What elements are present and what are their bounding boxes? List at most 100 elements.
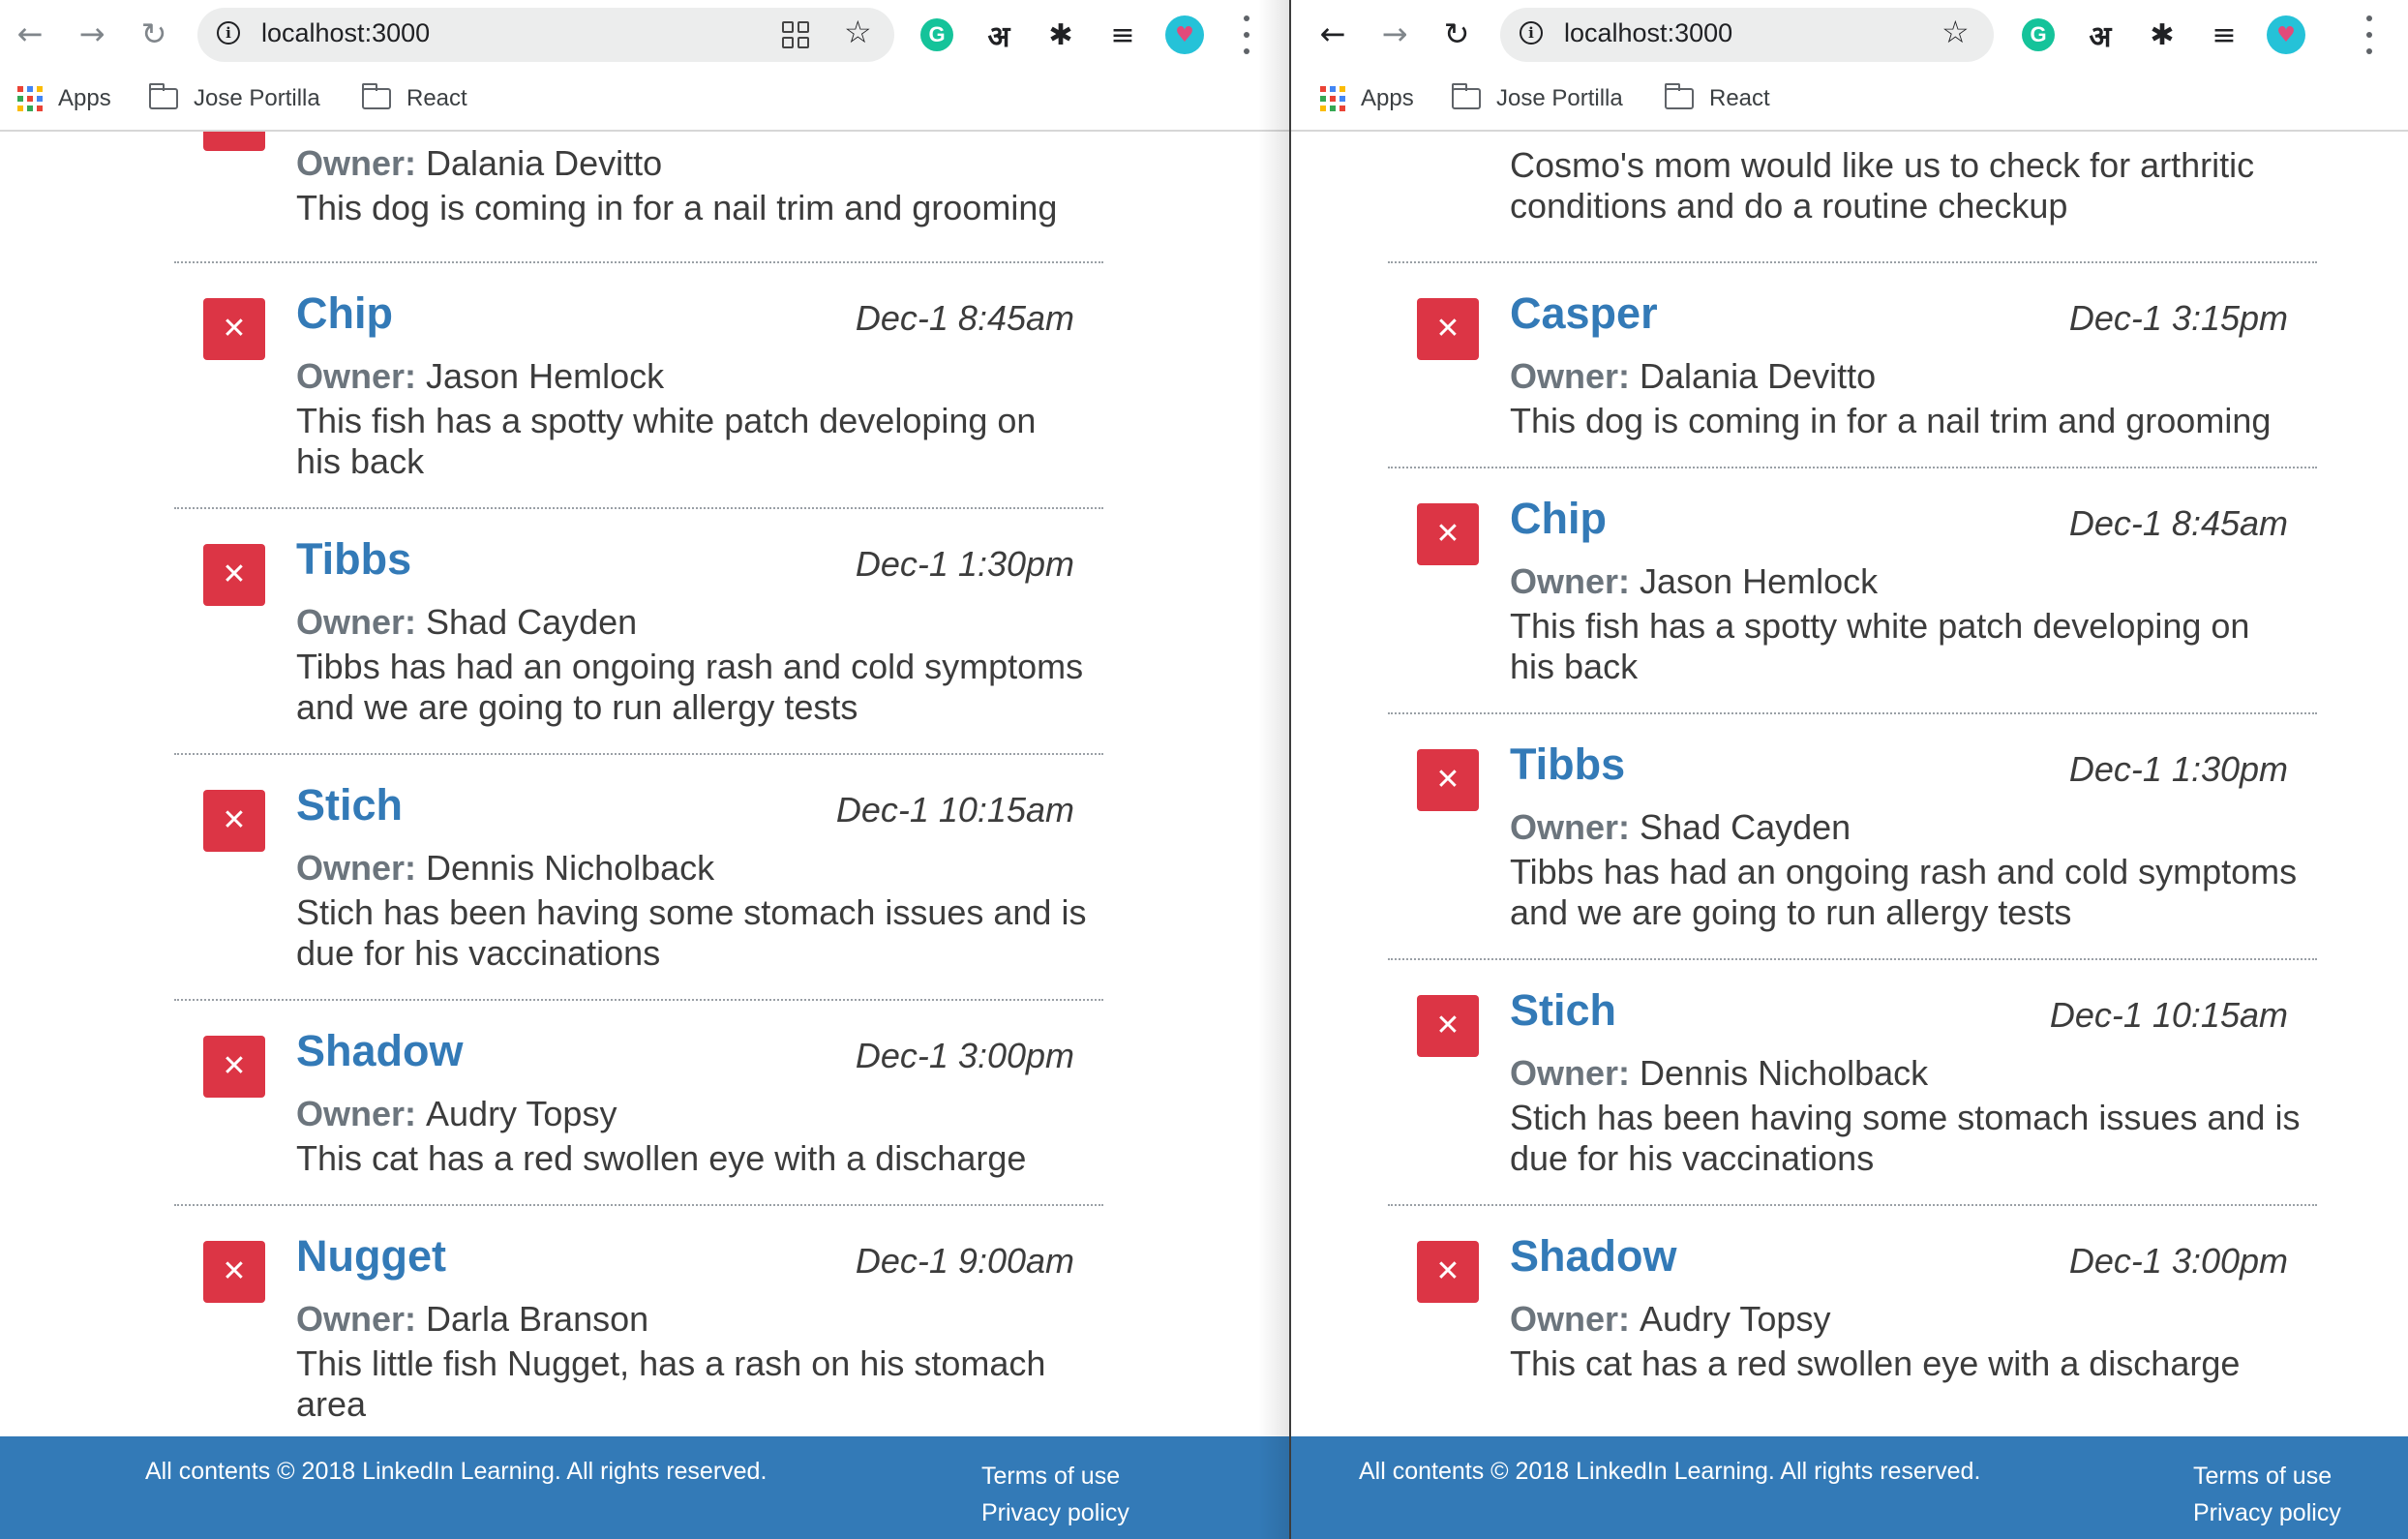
owner-name[interactable]: Shad Cayden	[1640, 807, 1851, 847]
delete-button[interactable]: ✕	[203, 1036, 265, 1098]
owner-name[interactable]: Jason Hemlock	[426, 356, 664, 396]
close-icon: ✕	[222, 1254, 247, 1288]
qr-code-icon[interactable]	[782, 21, 809, 48]
pet-name[interactable]: Tibbs	[1510, 739, 1625, 790]
appointment-notes[interactable]: This fish has a spotty white patch devel…	[1510, 606, 2303, 687]
owner-name[interactable]: Dennis Nicholback	[426, 848, 714, 888]
bookmark-label: Apps	[1361, 85, 1414, 111]
owner-name[interactable]: Shad Cayden	[426, 602, 637, 642]
hindi-input-icon[interactable]: अ	[2079, 14, 2122, 56]
browser-toolbar: ← → ↻ i localhost:3000 ☆ G अ ✱ ≡ ♥	[1291, 0, 2408, 70]
kebab-menu-icon[interactable]	[1237, 15, 1256, 54]
delete-button[interactable]: ✕	[203, 790, 265, 852]
forward-arrow-icon[interactable]: →	[70, 12, 114, 56]
copyright-text: All contents © 2018 LinkedIn Learning. A…	[1359, 1458, 1981, 1485]
bookmark-jose-portilla[interactable]: Jose Portilla	[1451, 81, 1623, 116]
back-arrow-icon[interactable]: ←	[8, 12, 52, 56]
privacy-link[interactable]: Privacy policy	[2193, 1494, 2341, 1531]
site-info-icon[interactable]: i	[217, 21, 240, 45]
star-icon[interactable]: ☆	[1941, 16, 1970, 47]
appointment-notes[interactable]: This little fish Nugget, has a rash on h…	[296, 1343, 1090, 1425]
pet-name[interactable]: Stich	[296, 780, 403, 830]
delete-button[interactable]: ✕	[203, 1241, 265, 1303]
reload-icon[interactable]: ↻	[1434, 12, 1479, 56]
delete-button[interactable]: ✕	[1417, 298, 1479, 360]
owner-name[interactable]: Dalania Devitto	[1640, 356, 1876, 396]
owner-name[interactable]: Audry Topsy	[1640, 1299, 1830, 1339]
appointment-notes[interactable]: This cat has a red swollen eye with a di…	[296, 1138, 1090, 1179]
reload-icon[interactable]: ↻	[132, 12, 176, 56]
delete-button[interactable]: ✕	[203, 298, 265, 360]
pet-name[interactable]: Shadow	[296, 1026, 464, 1076]
owner-line: Owner: Audry Topsy	[296, 1094, 617, 1134]
appointment-notes[interactable]: Stich has been having some stomach issue…	[1510, 1098, 2303, 1179]
bookmark-apps[interactable]: Apps	[1320, 81, 1414, 116]
owner-line: Owner: Dalania Devitto	[1510, 356, 1876, 397]
appointment-notes[interactable]: Tibbs has had an ongoing rash and cold s…	[1510, 852, 2303, 933]
url-text: localhost:3000	[1564, 18, 1733, 47]
list-item: ✕ Tibbs Dec-1 1:30pm Owner: Shad Cayden T…	[1388, 714, 2317, 960]
delete-button[interactable]: ✕	[1417, 995, 1479, 1057]
owner-label: Owner:	[296, 1094, 417, 1133]
appointment-notes[interactable]: This dog is coming in for a nail trim an…	[1510, 401, 2303, 441]
appointment-notes[interactable]: This fish has a spotty white patch devel…	[296, 401, 1090, 482]
back-arrow-icon[interactable]: ←	[1310, 12, 1355, 56]
privacy-link[interactable]: Privacy policy	[981, 1494, 1129, 1531]
appointment-notes: Cosmo's mom would like us to check for a…	[1510, 145, 2255, 226]
delete-button[interactable]: ✕	[1417, 503, 1479, 565]
pet-name[interactable]: Casper	[1510, 288, 1658, 339]
pet-name[interactable]: Chip	[1510, 494, 1607, 544]
bookmark-apps[interactable]: Apps	[17, 81, 111, 116]
owner-line: Owner: Jason Hemlock	[1510, 561, 1878, 602]
profile-button[interactable]: ♥	[1163, 14, 1206, 56]
appointment-notes[interactable]: This cat has a red swollen eye with a di…	[1510, 1343, 2303, 1384]
bookmark-jose-portilla[interactable]: Jose Portilla	[148, 81, 320, 116]
owner-line: Owner: Dennis Nicholback	[1510, 1053, 1928, 1094]
owner-name[interactable]: Darla Branson	[426, 1299, 648, 1339]
owner-line: Owner: Dalania Devitto	[296, 143, 662, 184]
star-icon[interactable]: ☆	[844, 16, 872, 47]
forward-arrow-icon[interactable]: →	[1372, 12, 1417, 56]
delete-button[interactable]: ✕	[203, 132, 265, 151]
terms-link[interactable]: Terms of use	[2193, 1458, 2341, 1494]
profile-button[interactable]: ♥	[2265, 14, 2307, 56]
terms-link[interactable]: Terms of use	[981, 1458, 1129, 1494]
appointment-date: Dec-1 3:15pm	[2068, 298, 2288, 338]
bookmark-react[interactable]: React	[1664, 81, 1770, 116]
pet-name[interactable]: Nugget	[296, 1231, 446, 1282]
bookmark-react[interactable]: React	[361, 81, 467, 116]
avatar: ♥	[1165, 15, 1204, 54]
bookmark-label: React	[1709, 85, 1770, 111]
browser-window-left: ← → ↻ i localhost:3000 ☆ G अ ✱ ≡ ♥ Apps …	[0, 0, 1289, 1539]
grammarly-extension[interactable]: G	[916, 14, 958, 56]
grammarly-extension[interactable]: G	[2017, 14, 2060, 56]
owner-line: Owner: Dennis Nicholback	[296, 848, 714, 889]
address-bar[interactable]: i localhost:3000 ☆	[1500, 8, 1994, 62]
appointment-date: Dec-1 9:00am	[855, 1241, 1074, 1281]
delete-button[interactable]: ✕	[203, 544, 265, 606]
owner-name[interactable]: Dennis Nicholback	[1640, 1053, 1928, 1093]
pet-name[interactable]: Stich	[1510, 985, 1616, 1036]
media-queue-icon[interactable]: ≡	[1101, 14, 1144, 56]
appointment-notes[interactable]: Tibbs has had an ongoing rash and cold s…	[296, 647, 1090, 728]
owner-label: Owner:	[1510, 1053, 1631, 1093]
extensions-puzzle-icon[interactable]: ✱	[1039, 14, 1082, 56]
extensions-puzzle-icon[interactable]: ✱	[2141, 14, 2183, 56]
hindi-input-icon[interactable]: अ	[978, 14, 1020, 56]
kebab-menu-icon[interactable]	[2360, 15, 2379, 54]
pet-name[interactable]: Chip	[296, 288, 393, 339]
folder-icon	[1664, 83, 1694, 109]
delete-button[interactable]: ✕	[1417, 749, 1479, 811]
site-info-icon[interactable]: i	[1520, 21, 1543, 45]
browser-toolbar: ← → ↻ i localhost:3000 ☆ G अ ✱ ≡ ♥	[0, 0, 1289, 70]
delete-button[interactable]: ✕	[1417, 1241, 1479, 1303]
media-queue-icon[interactable]: ≡	[2203, 14, 2245, 56]
owner-name[interactable]: Jason Hemlock	[1640, 561, 1878, 601]
owner-name[interactable]: Audry Topsy	[426, 1094, 617, 1133]
address-bar[interactable]: i localhost:3000 ☆	[197, 8, 894, 62]
footer-links: Terms of use Privacy policy	[2193, 1458, 2341, 1531]
pet-name[interactable]: Shadow	[1510, 1231, 1677, 1282]
folder-icon	[148, 83, 178, 109]
pet-name[interactable]: Tibbs	[296, 534, 411, 585]
appointment-notes[interactable]: Stich has been having some stomach issue…	[296, 892, 1090, 974]
